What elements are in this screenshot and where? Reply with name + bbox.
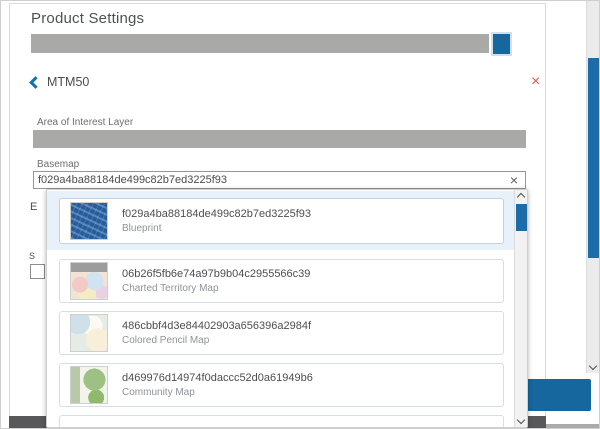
redacted-field-bar xyxy=(31,34,489,53)
hidden-checkbox[interactable] xyxy=(30,264,45,279)
page-title: Product Settings xyxy=(31,10,144,27)
app-window: Product Settings MTM50 × Area of Interes… xyxy=(0,0,600,429)
chevron-left-icon xyxy=(29,76,42,89)
clear-input-icon[interactable]: × xyxy=(506,171,522,189)
scroll-up-icon[interactable] xyxy=(517,193,525,201)
aoi-input-redacted[interactable] xyxy=(33,130,526,148)
basemap-option-name: Blueprint xyxy=(122,223,311,234)
basemap-input[interactable] xyxy=(33,171,526,189)
accent-square-button[interactable] xyxy=(493,34,510,54)
basemap-option-id: 486cbbf4d3e84402903a656396a2984f xyxy=(122,320,311,332)
dropdown-scrollbar-thumb[interactable] xyxy=(516,204,527,231)
basemap-option-id: d469976d14974f0daccc52d0a61949b6 xyxy=(122,372,313,384)
basemap-option-name: Community Map xyxy=(122,387,313,398)
primary-action-button[interactable] xyxy=(523,379,591,411)
scroll-down-icon[interactable] xyxy=(589,362,597,370)
basemap-option-blueprint[interactable]: f029a4ba88184de499c82b7ed3225f93 Bluepri… xyxy=(59,198,504,244)
hidden-label-fragment-e: E xyxy=(30,201,37,213)
window-bottom-edge xyxy=(546,424,600,429)
basemap-option-community[interactable]: d469976d14974f0daccc52d0a61949b6 Communi… xyxy=(59,363,504,407)
basemap-option-charted-territory[interactable]: 06b26f5fb6e74a97b9b04c2955566c39 Charted… xyxy=(59,259,504,303)
basemap-option-colored-pencil[interactable]: 486cbbf4d3e84402903a656396a2984f Colored… xyxy=(59,311,504,355)
basemap-option-id: 06b26f5fb6e74a97b9b04c2955566c39 xyxy=(122,268,310,280)
basemap-field-label: Basemap xyxy=(37,159,79,170)
basemap-thumbnail xyxy=(70,314,108,352)
page-scrollbar[interactable] xyxy=(586,1,599,373)
basemap-option-name: Charted Territory Map xyxy=(122,283,310,294)
basemap-thumbnail xyxy=(70,202,108,240)
scroll-down-icon[interactable] xyxy=(517,416,525,424)
aoi-field-label: Area of Interest Layer xyxy=(37,117,133,128)
basemap-thumbnail xyxy=(70,366,108,404)
basemap-thumbnail xyxy=(70,262,108,300)
hidden-label-fragment-s: S xyxy=(29,251,35,261)
back-link-label: MTM50 xyxy=(47,75,89,89)
back-link[interactable]: MTM50 xyxy=(31,75,89,89)
basemap-option-name: Colored Pencil Map xyxy=(122,335,311,346)
close-icon[interactable]: × xyxy=(531,74,540,90)
dropdown-scrollbar[interactable] xyxy=(514,190,527,427)
basemap-dropdown: f029a4ba88184de499c82b7ed3225f93 Bluepri… xyxy=(46,189,528,428)
page-scrollbar-thumb[interactable] xyxy=(588,58,599,258)
basemap-option-partial[interactable] xyxy=(59,415,504,428)
basemap-option-id: f029a4ba88184de499c82b7ed3225f93 xyxy=(122,208,311,220)
